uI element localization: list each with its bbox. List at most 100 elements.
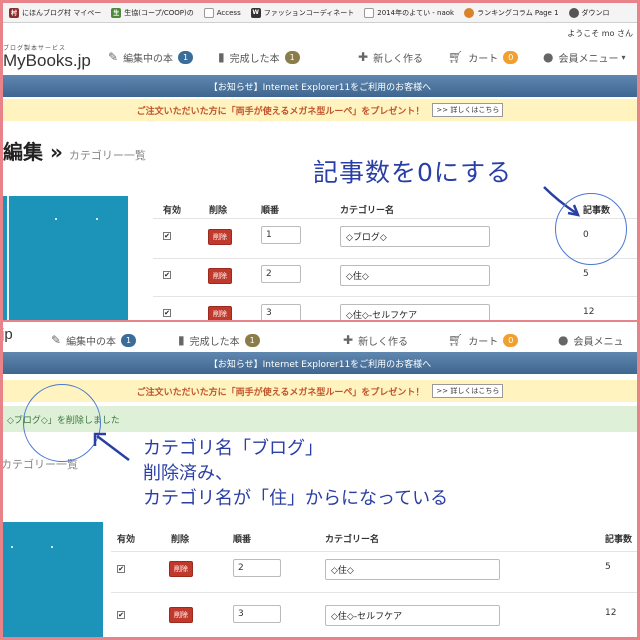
delete-button[interactable]: 削除 — [208, 306, 232, 320]
article-count: 12 — [605, 608, 617, 618]
active-checkbox[interactable]: ✔ — [163, 232, 171, 240]
bookmark-item[interactable]: Access — [203, 7, 241, 18]
logo[interactable]: MyBooks.jp — [3, 51, 91, 71]
plus-icon: ✚ — [343, 333, 354, 347]
category-name-input[interactable]: ◇住◇-セルフケア — [340, 304, 490, 320]
bookmark-item[interactable]: ダウンロ — [568, 7, 610, 18]
cart-count-badge: 0 — [503, 333, 519, 347]
page-title-arrow: » — [49, 140, 63, 164]
nav-finished-books[interactable]: ▮ 完成した本 1 — [218, 39, 300, 75]
annotation-line: 削除済み、 — [143, 463, 233, 484]
nav-member-menu[interactable]: ● 会員メニュー ▾ — [543, 39, 626, 75]
logo[interactable]: jp — [3, 326, 13, 343]
article-count: 5 — [605, 562, 611, 572]
annotation-line: カテゴリ名「ブログ」 — [143, 438, 323, 459]
nav-label: カート — [468, 53, 499, 65]
delete-button[interactable]: 削除 — [169, 561, 193, 577]
editing-count-badge: 1 — [178, 50, 194, 64]
annotation-deleted-note: カテゴリ名「ブログ」 削除済み、 カテゴリ名が「住」からになっている — [143, 436, 448, 511]
active-checkbox[interactable]: ✔ — [117, 565, 125, 573]
delete-button[interactable]: 削除 — [208, 268, 232, 284]
annotation-line: カテゴリ名が「住」からになっている — [143, 488, 449, 509]
nav-label: 編集中の本 — [66, 336, 117, 348]
promo-details-link[interactable]: >> 詳しくはこちら — [432, 103, 504, 117]
header-category-name: カテゴリー名 — [325, 535, 380, 545]
pencil-icon: ✎ — [51, 333, 62, 347]
active-checkbox[interactable]: ✔ — [117, 611, 125, 619]
notice-bar[interactable]: 【お知らせ】Internet Explorer11をご利用のお客様へ — [3, 352, 637, 374]
user-icon: ● — [558, 333, 569, 347]
nav-label: 完成した本 — [229, 53, 280, 65]
promo-text: ご注文いただいた方に「両手が使えるメガネ型ルーペ」をプレゼント！ — [136, 106, 425, 117]
active-checkbox[interactable]: ✔ — [163, 271, 171, 279]
bookmark-label: ダウンロ — [581, 8, 610, 17]
delete-button[interactable]: 削除 — [169, 607, 193, 623]
order-input[interactable]: 3 — [261, 304, 301, 320]
highlight-circle — [555, 193, 627, 265]
bookmark-label: ランキングコラム Page 1 — [477, 8, 559, 17]
nav-label: カート — [468, 336, 499, 348]
bookmark-item[interactable]: ランキングコラム Page 1 — [464, 7, 559, 18]
bookmark-item[interactable]: 村 にほんブログ村 マイペー — [9, 7, 102, 18]
user-icon: ● — [543, 50, 554, 64]
finished-count-badge: 1 — [284, 50, 300, 64]
nav-editing-books[interactable]: ✎ 編集中の本 1 — [108, 39, 194, 75]
nav-new-book[interactable]: ✚ 新しく作る — [358, 39, 423, 75]
header-delete: 削除 — [171, 535, 190, 545]
nav-cart[interactable]: 🛒︎ カート 0 — [448, 39, 519, 75]
header-order: 順番 — [233, 535, 252, 545]
header-category-name: カテゴリー名 — [340, 206, 395, 216]
nav-label: 新しく作る — [358, 336, 409, 348]
nav-label: 編集中の本 — [123, 53, 174, 65]
arrow-icon — [93, 432, 130, 461]
order-input[interactable]: 1 — [261, 226, 301, 244]
header-nav: ブログ製本サービス MyBooks.jp ✎ 編集中の本 1 ▮ 完成した本 1… — [3, 39, 637, 75]
book-cover-thumbnail — [3, 196, 128, 320]
pencil-icon: ✎ — [108, 50, 119, 64]
nav-label: 完成した本 — [189, 336, 240, 348]
book-icon: ▮ — [218, 50, 225, 64]
download-icon — [568, 7, 579, 18]
order-input[interactable]: 3 — [233, 605, 281, 623]
bookmark-item[interactable]: 2014年のよてい - naok — [364, 7, 454, 18]
bookmark-label: Access — [216, 8, 241, 17]
category-name-input[interactable]: ◇住◇ — [325, 559, 500, 580]
bookmark-item[interactable]: 生 生協(コープ/COOP)の — [111, 7, 194, 18]
chevron-down-icon: ▾ — [621, 52, 626, 62]
promo-details-link[interactable]: >> 詳しくはこちら — [432, 384, 504, 398]
article-count: 12 — [583, 307, 595, 317]
delete-button[interactable]: 削除 — [208, 229, 232, 245]
promo-text: ご注文いただいた方に「両手が使えるメガネ型ルーペ」をプレゼント！ — [136, 387, 425, 398]
notice-bar[interactable]: 【お知らせ】Internet Explorer11をご利用のお客様へ — [3, 75, 637, 97]
bookmark-label: ファッションコーディネート — [263, 8, 355, 17]
active-checkbox[interactable]: ✔ — [163, 309, 171, 317]
annotation-set-count-zero: 記事数を0にする — [313, 158, 513, 187]
document-icon — [364, 7, 375, 18]
order-input[interactable]: 2 — [233, 559, 281, 577]
category-name-input[interactable]: ◇住◇-セルフケア — [325, 605, 500, 626]
header-order: 順番 — [261, 206, 280, 216]
blog-mura-icon: 村 — [9, 7, 19, 18]
header-active: 有効 — [163, 206, 182, 216]
coop-icon: 生 — [111, 7, 122, 18]
welcome-text: ようこそ mo さん — [567, 29, 633, 38]
header-article-count: 記事数 — [605, 535, 633, 545]
bookmark-item[interactable]: W ファッションコーディネート — [250, 7, 355, 18]
wear-icon: W — [250, 7, 261, 18]
screenshot-before: 村 にほんブログ村 マイペー 生 生協(コープ/COOP)の Access W … — [3, 3, 637, 320]
nav-label: 新しく作る — [373, 53, 424, 65]
cart-icon: 🛒︎ — [448, 50, 464, 64]
category-name-input[interactable]: ◇ブログ◇ — [340, 226, 490, 247]
editing-count-badge: 1 — [121, 333, 137, 347]
header-delete: 削除 — [209, 206, 228, 216]
promo-bar: ご注文いただいた方に「両手が使えるメガネ型ルーペ」をプレゼント！ >> 詳しくは… — [3, 380, 637, 402]
bookmarks-bar: 村 にほんブログ村 マイペー 生 生協(コープ/COOP)の Access W … — [3, 3, 637, 23]
page-title-sub: カテゴリー一覧 — [68, 149, 146, 162]
bookmark-label: にほんブログ村 マイペー — [22, 8, 102, 17]
header-active: 有効 — [117, 535, 136, 545]
category-name-input[interactable]: ◇住◇ — [340, 265, 490, 286]
screenshot-after: jp ✎ 編集中の本 1 ▮ 完成した本 1 ✚ 新しく作る 🛒︎ カート 0 … — [3, 322, 637, 637]
order-input[interactable]: 2 — [261, 265, 301, 283]
document-icon — [203, 7, 214, 18]
cart-icon: 🛒︎ — [448, 333, 464, 347]
